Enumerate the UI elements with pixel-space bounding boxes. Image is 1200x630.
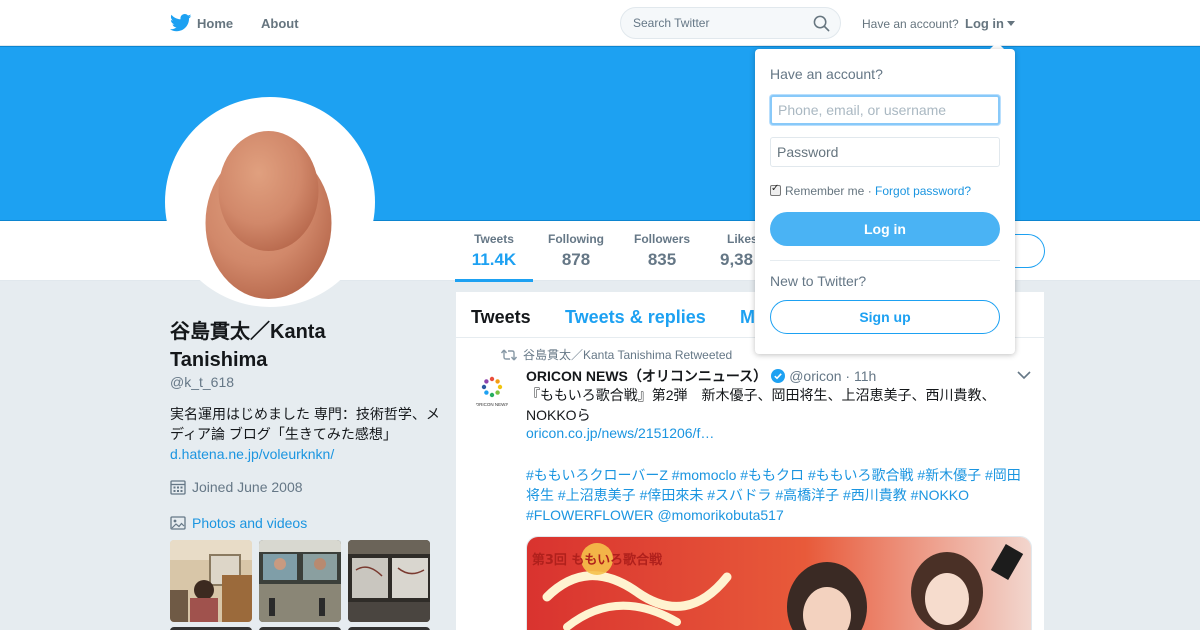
login-dropdown-title: Have an account?	[770, 66, 883, 82]
stat-label: Tweets	[474, 232, 514, 246]
login-button[interactable]: Log in	[770, 212, 1000, 246]
chevron-down-icon[interactable]	[1016, 368, 1032, 382]
calendar-icon	[170, 480, 186, 495]
caret-down-icon	[1007, 21, 1015, 26]
bio-link[interactable]: d.hatena.ne.jp/voleurknkn/	[170, 446, 334, 462]
media-thumbnail[interactable]	[348, 540, 430, 622]
login-menu-label: Log in	[965, 16, 1004, 31]
active-tab-indicator	[455, 279, 533, 282]
oricon-logo-icon: ORICON NEWS	[476, 376, 509, 407]
stat-label: Followers	[633, 232, 690, 246]
joined-date: Joined June 2008	[170, 479, 303, 495]
photo-icon	[170, 516, 186, 530]
stat-tweets[interactable]: Tweets 11.4K	[470, 232, 518, 270]
media-image: 第3回 ももいろ歌合戦	[527, 537, 1031, 630]
stat-label: Likes	[727, 232, 758, 246]
stat-likes[interactable]: Likes 9,38	[718, 232, 758, 270]
login-dropdown: Have an account? Remember me · Forgot pa…	[755, 49, 1015, 354]
tweet-link[interactable]: oricon.co.jp/news/2151206/f…	[526, 425, 714, 441]
tweet-author-handle[interactable]: @oricon	[789, 368, 841, 384]
have-account-text: Have an account?	[862, 17, 959, 31]
remember-me-row: Remember me · Forgot password?	[770, 183, 971, 198]
remember-me-label[interactable]: Remember me	[785, 184, 864, 198]
profile-name: 谷島貫太／Kanta Tanishima	[170, 321, 326, 371]
new-to-twitter-text: New to Twitter?	[770, 273, 867, 289]
stat-following[interactable]: Following 878	[547, 232, 605, 270]
default-egg-avatar-icon	[205, 131, 332, 299]
photos-label: Photos and videos	[192, 515, 308, 531]
avatar-caption: ORICON NEWS	[476, 402, 509, 407]
stat-label: Following	[548, 232, 604, 246]
stat-value: 878	[561, 250, 591, 269]
media-caption: 第3回 ももいろ歌合戦	[532, 552, 663, 568]
stat-followers[interactable]: Followers 835	[632, 232, 692, 270]
tab-media[interactable]: M	[740, 307, 755, 328]
joined-text: Joined June 2008	[192, 479, 303, 495]
profile-bio: 実名運用はじめました 専門：技術哲学、メディア論 ブログ「生きてみた感想」 d.h…	[170, 404, 440, 464]
signup-button[interactable]: Sign up	[770, 300, 1000, 334]
search-box[interactable]: Search Twitter	[620, 7, 841, 39]
dropdown-divider	[770, 260, 1000, 261]
remember-me-checkbox[interactable]	[770, 183, 781, 196]
profile-avatar[interactable]	[165, 97, 375, 307]
stat-value: 9,38	[720, 250, 754, 269]
bio-text: 実名運用はじめました 専門：技術哲学、メディア論 ブログ「生きてみた感想」	[170, 406, 440, 442]
tab-tweets[interactable]: Tweets	[471, 307, 531, 328]
twitter-bird-icon[interactable]	[170, 14, 192, 32]
username-field[interactable]	[770, 95, 1000, 125]
retweet-context-text[interactable]: 谷島貫太／Kanta Tanishima Retweeted	[523, 348, 732, 362]
media-thumbnail[interactable]	[170, 540, 252, 622]
verified-badge-icon	[771, 369, 786, 383]
tweet-hashtags[interactable]: #ももいろクローバーZ #momoclo #ももクロ #ももいろ歌合戦 #新木優…	[526, 465, 1034, 525]
retweet-icon	[501, 349, 517, 361]
top-navigation-bar: Home About Search Twitter Have an accoun…	[0, 0, 1200, 46]
forgot-password-link[interactable]: Forgot password?	[875, 184, 971, 198]
tweet-text: 『ももいろ歌合戦』第2弾 新木優子、岡田将生、上沼恵美子、西川貴教、NOKKOら	[526, 387, 996, 423]
login-menu-button[interactable]: Log in	[965, 16, 1015, 31]
search-input[interactable]: Search Twitter	[633, 16, 709, 30]
thumbnail-image	[259, 540, 341, 622]
tweet-time[interactable]: 11h	[854, 368, 876, 384]
nav-home-link[interactable]: Home	[197, 16, 233, 31]
thumbnail-image	[170, 540, 252, 622]
separator-dot: ·	[867, 184, 872, 198]
tweet-media-image[interactable]: 第3回 ももいろ歌合戦	[526, 536, 1032, 630]
tweet-dot-separator: ·	[841, 368, 854, 384]
media-thumbnail[interactable]	[259, 540, 341, 622]
password-field[interactable]	[770, 137, 1000, 167]
tab-tweets-and-replies[interactable]: Tweets & replies	[565, 307, 706, 328]
photos-and-videos-link[interactable]: Photos and videos	[170, 515, 307, 531]
tweet-header: ORICON NEWS（オリコンニュース） @oricon · 11h	[526, 366, 876, 386]
search-icon[interactable]	[813, 15, 830, 32]
retweet-context: 谷島貫太／Kanta Tanishima Retweeted	[501, 346, 732, 363]
thumbnail-image	[348, 540, 430, 622]
nav-about-link[interactable]: About	[261, 16, 299, 31]
tweet-author-name[interactable]: ORICON NEWS（オリコンニュース）	[526, 368, 767, 384]
tweet-author-avatar[interactable]: ORICON NEWS	[471, 370, 513, 412]
stat-value: 835	[647, 250, 677, 269]
stat-value: 11.4K	[471, 250, 517, 269]
profile-handle[interactable]: @k_t_618	[170, 374, 234, 390]
